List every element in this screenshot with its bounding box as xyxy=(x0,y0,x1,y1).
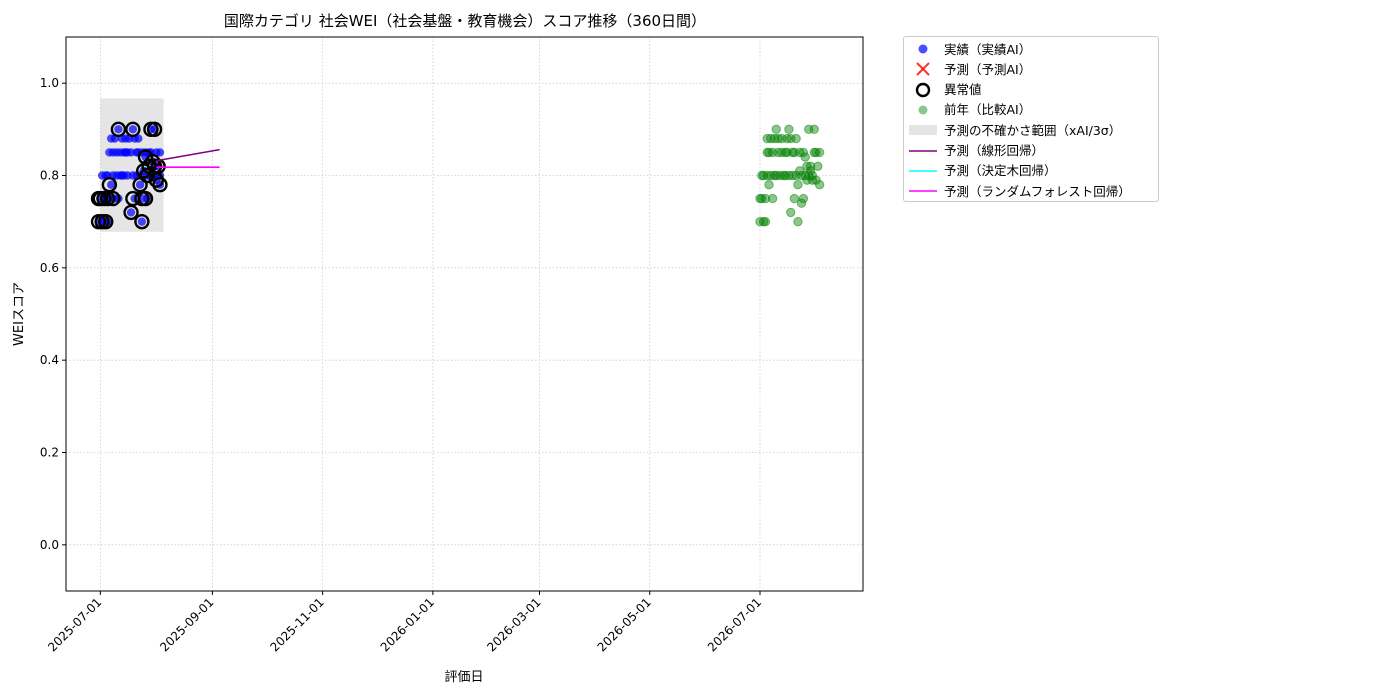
x-axis-label: 評価日 xyxy=(444,670,483,685)
legend-label: 予測（線形回帰） xyxy=(944,143,1045,158)
legend-item-forecast: 予測（予測AI） xyxy=(904,58,1031,78)
previous-year-point xyxy=(814,147,825,158)
x-axis: 2025-07-01 2025-09-01 2025-11-01 2026-01-01… xyxy=(45,591,764,654)
previous-year-point xyxy=(813,161,823,171)
legend-label: 予測（ランダムフォレスト回帰） xyxy=(944,183,1131,199)
legend: 実績（実績AI） 予測（予測AI） 異常値前年（比較AI） 予測の不確かさ範囲（xAI… xyxy=(903,36,1159,202)
actual-point xyxy=(128,125,138,134)
legend-item-tree: 予測（決定木回帰） xyxy=(904,160,1057,180)
legend-label: 異常値 xyxy=(944,82,982,98)
x-tick-label: 2025-07-01 xyxy=(45,595,104,654)
y-tick-label: 1.0 xyxy=(40,76,59,90)
previous-year-point xyxy=(784,124,794,135)
x-tick-label: 2026-01-01 xyxy=(378,595,437,654)
previous-year-point xyxy=(793,180,803,190)
legend-symbol-previous xyxy=(918,105,928,115)
legend-label: 予測（決定木回帰） xyxy=(944,163,1057,179)
legend-item-linear: 予測（線形回帰） xyxy=(904,140,1044,160)
y-tick-label: 0.2 xyxy=(40,446,59,460)
y-tick-label: 0.0 xyxy=(40,538,59,552)
legend-label: 前年（比較AI） xyxy=(944,102,1032,118)
previous-year-point xyxy=(760,216,771,227)
legend-label: 予測の不確かさ範囲（xAI/3σ） xyxy=(944,122,1122,138)
legend-label: 予測（予測AI） xyxy=(944,61,1032,77)
legend-item-anomaly: 異常値 xyxy=(904,79,982,99)
legend-item-band: 予測の不確かさ範囲（xAI/3σ） xyxy=(904,119,1121,139)
chart-title: 国際カテゴリ 社会WEI（社会基盤・教育機会）スコア推移（360日間） xyxy=(224,12,706,30)
previous-year-point xyxy=(814,180,825,190)
legend-label: 実績（実績AI） xyxy=(944,41,1032,57)
previous-year-point xyxy=(767,193,778,204)
previous-year-point xyxy=(793,216,803,227)
legend-symbol-linear xyxy=(909,149,937,152)
previous-year-point xyxy=(764,180,774,190)
y-tick-label: 0.8 xyxy=(40,169,59,183)
legend-item-actual: 実績（実績AI） xyxy=(904,38,1031,58)
legend-symbol-forest xyxy=(909,190,937,192)
previous-year-point xyxy=(809,124,819,135)
x-tick-label: 2026-07-01 xyxy=(705,595,764,654)
previous-year-point xyxy=(791,133,801,144)
previous-year-point xyxy=(798,193,809,204)
legend-item-forest: 予測（ランダムフォレスト回帰） xyxy=(904,180,1131,200)
forecast-line-linear xyxy=(156,148,220,162)
legend-symbol-actual xyxy=(918,44,928,54)
previous-year-point xyxy=(771,124,781,135)
y-axis-label: WEIスコア xyxy=(12,282,27,346)
legend-symbol-anomaly xyxy=(915,82,931,97)
x-tick-label: 2026-05-01 xyxy=(595,595,654,654)
legend-symbol-band xyxy=(909,125,937,136)
actual-point xyxy=(126,208,136,217)
y-axis: 0.0 0.2 0.4 0.6 0.8 1.0 xyxy=(40,76,66,552)
grid xyxy=(66,37,863,591)
legend-symbol-tree xyxy=(909,169,937,172)
chart: 国際カテゴリ 社会WEI（社会基盤・教育機会）スコア推移（360日間） 0.00… xyxy=(12,12,864,685)
y-tick-label: 0.6 xyxy=(40,261,59,275)
legend-symbol-forecast xyxy=(916,62,930,77)
x-tick-label: 2025-09-01 xyxy=(157,595,216,654)
previous-year-point xyxy=(786,207,796,218)
forecast-lines-layer xyxy=(156,148,220,168)
previous-year-point xyxy=(800,152,810,162)
actual-point xyxy=(137,217,147,226)
plot-frame xyxy=(65,36,864,592)
actual-point xyxy=(114,125,123,134)
legend-item-previous: 前年（比較AI） xyxy=(904,99,1031,119)
y-tick-label: 0.4 xyxy=(40,353,59,367)
x-tick-label: 2025-11-01 xyxy=(268,595,327,654)
x-tick-label: 2026-03-01 xyxy=(484,595,543,654)
